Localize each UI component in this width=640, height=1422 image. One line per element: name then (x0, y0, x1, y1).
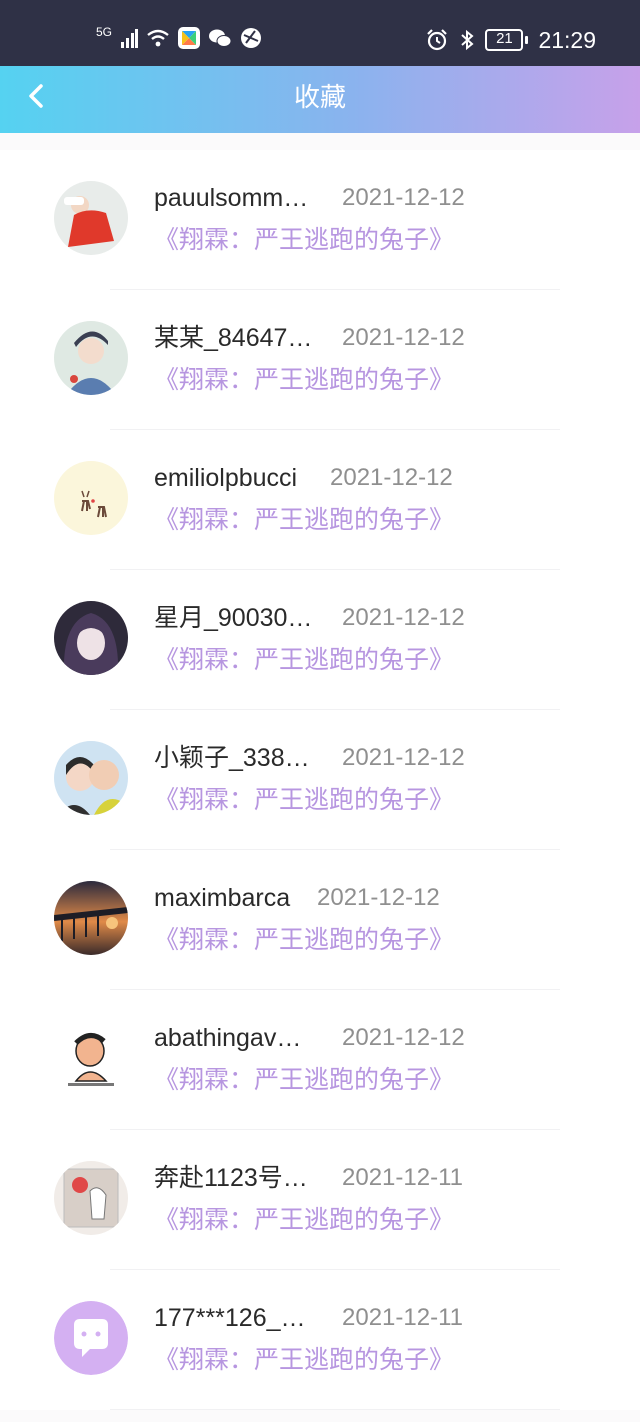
date: 2021-12-11 (342, 1304, 463, 1331)
status-right: 21 21:29 (425, 26, 596, 54)
work-title-link[interactable]: 《翔霖：严王逃跑的兔子》 (154, 784, 454, 816)
avatar[interactable] (54, 321, 128, 395)
status-bar: 5G 21 21:29 (0, 0, 640, 66)
username: 奔赴1123号… (154, 1164, 308, 1192)
avatar[interactable] (54, 741, 128, 815)
username: 177***126_… (154, 1304, 306, 1332)
alarm-icon (427, 29, 448, 51)
list-item[interactable]: maximbarca 2021-12-12 《翔霖：严王逃跑的兔子》 (0, 850, 640, 990)
avatar[interactable] (54, 601, 128, 675)
list-item[interactable]: 奔赴1123号… 2021-12-11 《翔霖：严王逃跑的兔子》 (0, 1130, 640, 1270)
default-avatar-icon (54, 1301, 128, 1375)
list-item[interactable]: 小颖子_338… 2021-12-12 《翔霖：严王逃跑的兔子》 (0, 710, 640, 850)
date: 2021-12-12 (342, 1024, 465, 1051)
list-item[interactable]: pauulsomm… 2021-12-12 《翔霖：严王逃跑的兔子》 (0, 150, 640, 290)
browser-icon (241, 28, 262, 48)
wechat-icon (209, 29, 232, 47)
avatar-photo (54, 181, 128, 255)
battery-level: 21 (496, 30, 513, 47)
avatar[interactable] (54, 181, 128, 255)
work-title-link[interactable]: 《翔霖：严王逃跑的兔子》 (154, 1204, 454, 1236)
signal-icon (121, 29, 139, 48)
list-item[interactable]: 177***126_… 2021-12-11 《翔霖：严王逃跑的兔子》 (0, 1270, 640, 1410)
work-title-link[interactable]: 《翔霖：严王逃跑的兔子》 (154, 924, 454, 956)
status-time: 21:29 (538, 27, 596, 53)
date: 2021-12-12 (342, 324, 465, 351)
username: maximbarca (154, 884, 291, 912)
date: 2021-12-12 (342, 604, 465, 631)
avatar-photo (54, 321, 128, 395)
avatar[interactable] (54, 461, 128, 535)
avatar[interactable] (54, 1021, 128, 1095)
username: emiliolpbucci (154, 464, 298, 492)
work-title-link[interactable]: 《翔霖：严王逃跑的兔子》 (154, 644, 454, 676)
avatar[interactable] (54, 881, 128, 955)
username: 小颖子_338… (154, 744, 310, 772)
date: 2021-12-12 (317, 884, 440, 911)
battery-icon: 21 (485, 29, 529, 51)
list-item[interactable]: 星月_90030… 2021-12-12 《翔霖：严王逃跑的兔子》 (0, 570, 640, 710)
work-title-link[interactable]: 《翔霖：严王逃跑的兔子》 (154, 224, 454, 256)
avatar-photo (54, 601, 128, 675)
avatar[interactable] (54, 1161, 128, 1235)
divider (110, 1409, 560, 1410)
date: 2021-12-12 (342, 744, 465, 771)
work-title-link[interactable]: 《翔霖：严王逃跑的兔子》 (154, 504, 454, 536)
app-icon (178, 27, 201, 49)
date: 2021-12-12 (342, 184, 465, 211)
username: pauulsomm… (154, 184, 309, 212)
work-title-link[interactable]: 《翔霖：严王逃跑的兔子》 (154, 364, 454, 396)
username: 某某_84647… (154, 324, 313, 352)
avatar-photo (54, 741, 128, 815)
bluetooth-icon (461, 29, 474, 51)
date: 2021-12-12 (330, 464, 453, 491)
work-title-link[interactable]: 《翔霖：严王逃跑的兔子》 (154, 1064, 454, 1096)
avatar[interactable] (54, 1301, 128, 1375)
avatar-photo (54, 881, 128, 955)
date: 2021-12-11 (342, 1164, 463, 1191)
page-header: 收藏 (0, 66, 640, 133)
list-item[interactable]: emiliolpbucci 2021-12-12 《翔霖：严王逃跑的兔子》 (0, 430, 640, 570)
network-type: 5G (96, 25, 113, 39)
favorites-list: pauulsomm… 2021-12-12 《翔霖：严王逃跑的兔子》 某某_84… (0, 150, 640, 1410)
wifi-icon (147, 29, 169, 47)
username: 星月_90030… (154, 604, 313, 632)
list-item[interactable]: abathingav… 2021-12-12 《翔霖：严王逃跑的兔子》 (0, 990, 640, 1130)
work-title-link[interactable]: 《翔霖：严王逃跑的兔子》 (154, 1344, 454, 1376)
username: abathingav… (154, 1024, 302, 1052)
status-left: 5G (96, 26, 262, 50)
list-item[interactable]: 某某_84647… 2021-12-12 《翔霖：严王逃跑的兔子》 (0, 290, 640, 430)
page-title: 收藏 (293, 82, 346, 112)
avatar-photo (54, 461, 128, 535)
avatar-photo (54, 1161, 128, 1235)
avatar-photo (54, 1021, 128, 1095)
